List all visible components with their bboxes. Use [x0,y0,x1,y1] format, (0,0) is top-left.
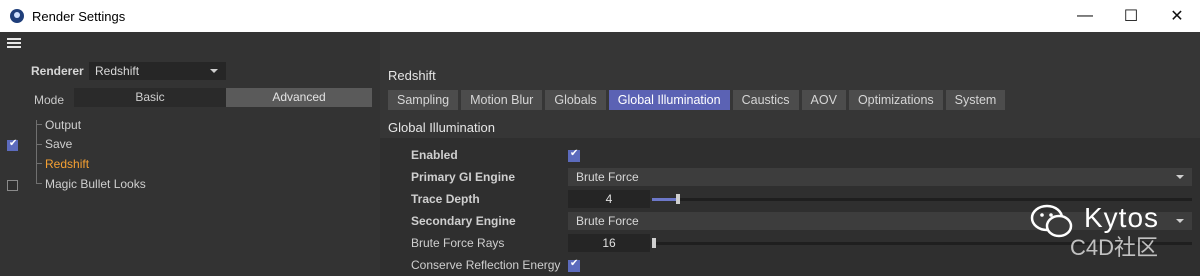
tab-motion-blur[interactable]: Motion Blur [461,90,543,110]
tab-globals[interactable]: Globals [545,90,606,110]
renderer-dropdown[interactable]: Redshift [89,62,226,80]
enabled-label: Enabled [411,148,458,162]
tab-sampling[interactable]: Sampling [388,90,459,110]
tree-item-redshift[interactable]: Redshift [45,156,89,172]
tree-item-magic-bullet-looks[interactable]: Magic Bullet Looks [45,176,146,192]
renderer-value: Redshift [95,64,140,78]
tab-aov[interactable]: AOV [801,90,846,110]
watermark: Kytos C4D社区 [1030,196,1190,260]
watermark-sub: C4D社区 [1070,235,1159,260]
group-title: Global Illumination [388,120,495,135]
mode-basic-button[interactable]: Basic [74,88,226,107]
tab-optimizations[interactable]: Optimizations [848,90,943,110]
trace-depth-slider-fill [652,198,678,201]
secondary-engine-value: Brute Force [576,214,639,228]
wechat-icon [1030,204,1073,238]
enabled-checkbox[interactable] [568,148,580,162]
tab-system[interactable]: System [945,90,1006,110]
maximize-button[interactable]: ☐ [1108,0,1154,32]
save-checkbox[interactable] [7,138,18,151]
settings-sidebar: Renderer Redshift Mode Basic Advanced Ou… [0,32,380,276]
renderer-label: Renderer [31,64,84,78]
mode-advanced-button[interactable]: Advanced [226,88,372,107]
brute-force-rays-slider-handle[interactable] [652,238,656,248]
tree-item-save[interactable]: Save [45,136,72,152]
conserve-reflection-energy-checkbox[interactable] [568,258,580,272]
primary-gi-engine-label: Primary GI Engine [411,170,516,184]
tab-global-illumination[interactable]: Global Illumination [608,90,730,110]
trace-depth-input[interactable]: 4 [568,190,650,208]
conserve-reflection-energy-label: Conserve Reflection Energy [411,258,561,272]
window-controls: — ☐ ✕ [1062,0,1200,32]
window-title: Render Settings [32,8,126,24]
brute-force-rays-label: Brute Force Rays [411,236,505,250]
primary-gi-engine-value: Brute Force [576,170,639,184]
chevron-down-icon [1176,175,1184,179]
magic-bullet-checkbox[interactable] [7,180,18,191]
trace-depth-label: Trace Depth [411,192,480,206]
menu-icon[interactable] [7,38,21,49]
title-bar: Render Settings — ☐ ✕ [0,0,1200,32]
cinema4d-app-icon [10,9,24,23]
section-title: Redshift [388,68,436,83]
secondary-engine-label: Secondary Engine [411,214,516,228]
primary-gi-engine-dropdown[interactable]: Brute Force [568,168,1192,186]
close-button[interactable]: ✕ [1154,0,1200,32]
tab-bar: Sampling Motion Blur Globals Global Illu… [388,90,1006,110]
mode-label: Mode [34,93,65,107]
minimize-button[interactable]: — [1062,0,1108,32]
tree-item-output[interactable]: Output [45,117,81,133]
chevron-down-icon [210,69,218,73]
tree-connector [36,120,37,183]
brute-force-rays-input[interactable]: 16 [568,234,650,252]
tab-caustics[interactable]: Caustics [732,90,799,110]
trace-depth-slider-handle[interactable] [676,194,680,204]
